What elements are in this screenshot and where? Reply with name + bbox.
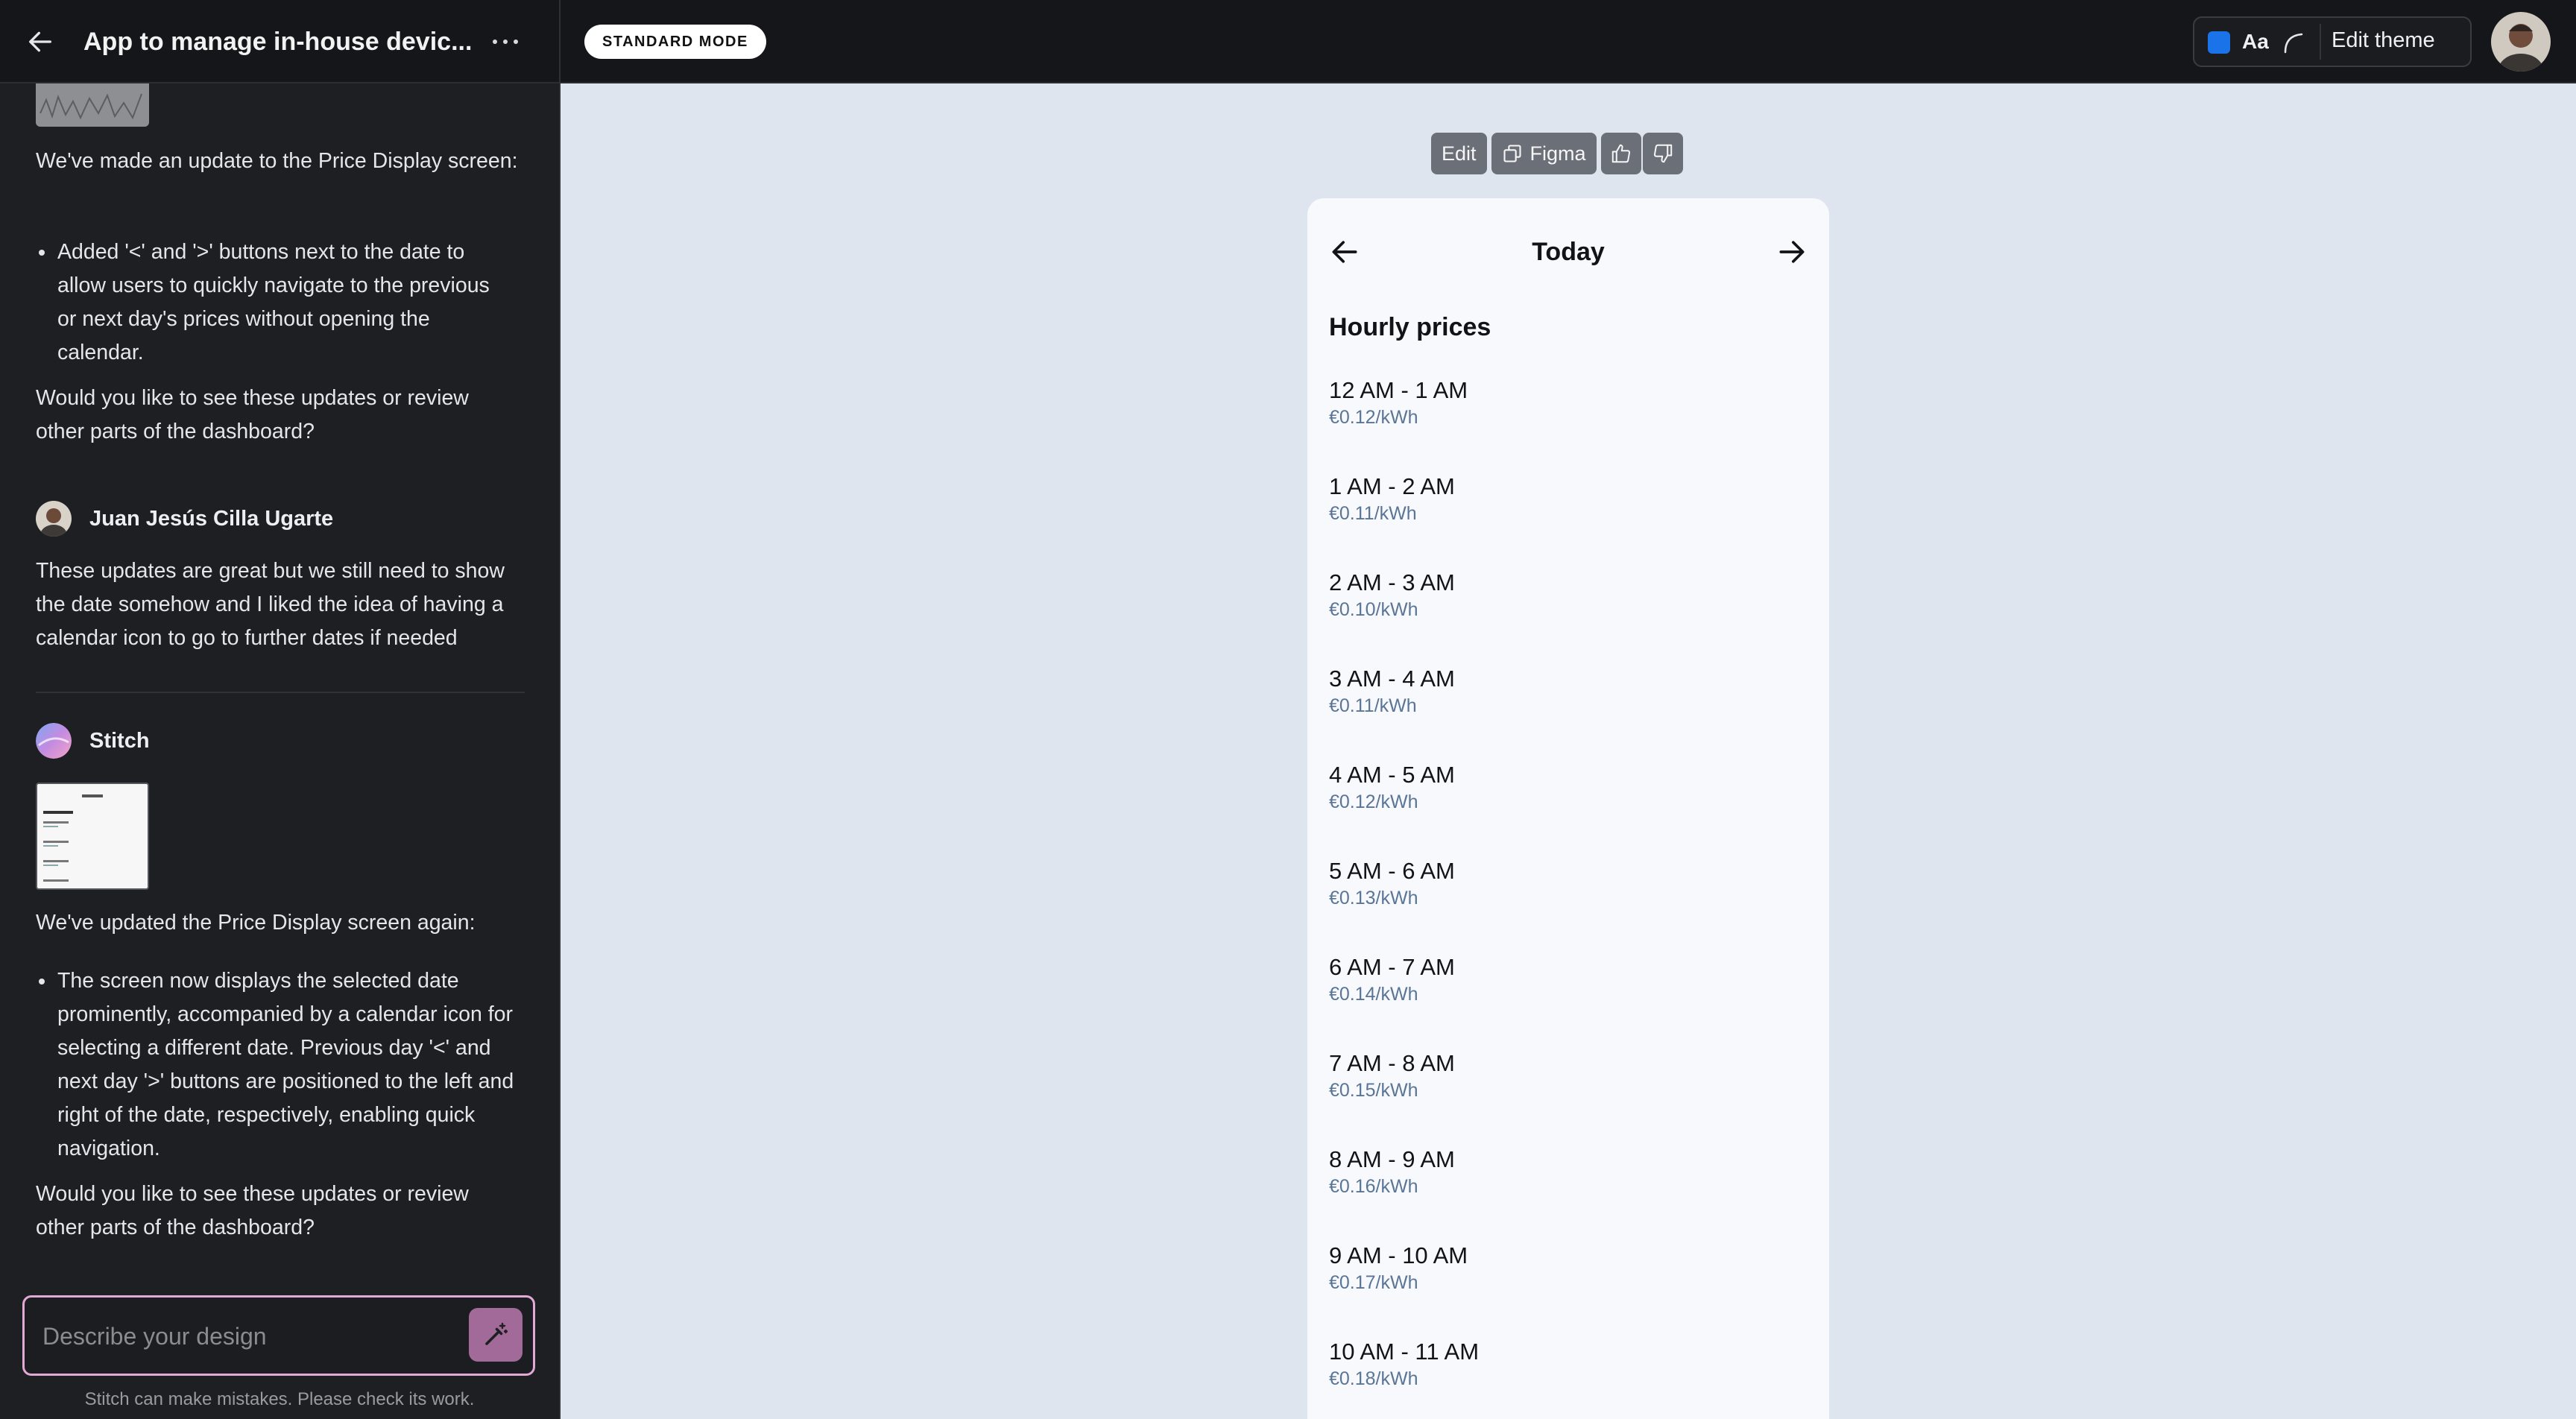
design-preview-thumbnail[interactable] [36,783,149,890]
slot-time: 2 AM - 3 AM [1329,569,1455,595]
author-name: Stitch [89,728,150,753]
slot-price: €0.12/kWh [1329,407,1418,428]
slot-price: €0.12/kWh [1329,791,1418,812]
slot-time: 3 AM - 4 AM [1329,666,1455,692]
more-options-button[interactable] [484,25,526,58]
divider [36,692,525,693]
price-slot[interactable]: 10 AM - 11 AM €0.18/kWh [1329,1337,1791,1391]
arrow-left-icon [29,31,52,52]
user-message-text: These updates are great but we still nee… [36,559,505,650]
author-name: Juan Jesús Cilla Ugarte [89,506,334,531]
message-text: We've made an update to the Price Displa… [36,149,518,173]
price-slot[interactable]: 5 AM - 6 AM €0.13/kWh [1329,856,1791,910]
theme-color-swatch[interactable] [2208,31,2230,54]
slot-price: €0.11/kWh [1329,695,1417,716]
preview-chart-graphic [40,93,142,120]
price-slot[interactable]: 6 AM - 7 AM €0.14/kWh [1329,952,1791,1006]
prompt-box [22,1295,535,1376]
price-slot[interactable]: 1 AM - 2 AM €0.11/kWh [1329,472,1791,525]
back-button[interactable] [22,25,58,58]
message-text: Would you like to see these updates or r… [36,1182,469,1239]
slot-time: 8 AM - 9 AM [1329,1146,1455,1172]
theme-font-indicator[interactable]: Aa [2242,30,2269,54]
price-slot[interactable]: 8 AM - 9 AM €0.16/kWh [1329,1145,1791,1198]
slot-price: €0.10/kWh [1329,599,1418,620]
edit-theme-button[interactable]: Edit theme [2332,28,2435,53]
slot-price: €0.16/kWh [1329,1176,1418,1197]
message-bullet: Added '<' and '>' buttons next to the da… [36,236,505,370]
next-day-arrow-icon[interactable] [1775,236,1808,268]
user-message-author: Juan Jesús Cilla Ugarte [36,501,333,537]
price-slot[interactable]: 7 AM - 8 AM €0.15/kWh [1329,1049,1791,1102]
thumbs-down-button[interactable] [1642,133,1683,174]
separator [2320,24,2321,60]
edit-label: Edit [1442,142,1477,165]
theme-controls[interactable]: Aa Edit theme [2193,16,2472,67]
slot-time: 1 AM - 2 AM [1329,473,1455,499]
account-avatar[interactable] [2491,12,2551,72]
slot-time: 10 AM - 11 AM [1329,1339,1480,1365]
user-avatar [36,501,72,537]
top-bar: STANDARD MODE Aa Edit theme [561,0,2576,83]
phone-preview[interactable]: Today Hourly prices 12 AM - 1 AM €0.12/kW… [1307,198,1829,1419]
slot-price: €0.13/kWh [1329,888,1418,908]
design-preview-thumbnail[interactable] [36,83,149,127]
hourly-prices-heading: Hourly prices [1329,313,1491,341]
magic-wand-icon [485,1322,508,1345]
mode-badge[interactable]: STANDARD MODE [584,25,766,59]
slot-time: 6 AM - 7 AM [1329,954,1455,980]
price-slot[interactable]: 3 AM - 4 AM €0.11/kWh [1329,664,1791,718]
thumbs-up-button[interactable] [1600,133,1641,174]
slot-price: €0.15/kWh [1329,1080,1418,1101]
price-slot[interactable]: 9 AM - 10 AM €0.17/kWh [1329,1241,1791,1295]
slot-price: €0.14/kWh [1329,984,1418,1005]
slot-price: €0.17/kWh [1329,1272,1418,1293]
copy-icon [1503,145,1521,162]
message-text: Would you like to see these updates or r… [36,386,469,443]
message-text: We've updated the Price Display screen a… [36,911,476,935]
slot-time: 12 AM - 1 AM [1329,377,1468,403]
figma-button[interactable]: Figma [1491,133,1597,174]
selected-date[interactable]: Today [1307,236,1829,268]
price-slot[interactable]: 12 AM - 1 AM €0.12/kWh [1329,376,1791,429]
slot-time: 5 AM - 6 AM [1329,858,1455,884]
disclaimer-text: Stitch can make mistakes. Please check i… [84,1389,475,1409]
screen-toolbar: Edit Figma [1431,133,1688,174]
describe-design-input[interactable] [42,1318,460,1354]
figma-label: Figma [1530,142,1586,165]
slot-time: 9 AM - 10 AM [1329,1242,1468,1268]
preview-screen-graphic [43,794,103,882]
slot-price: €0.11/kWh [1329,503,1417,524]
price-slot[interactable]: 4 AM - 5 AM €0.12/kWh [1329,760,1791,814]
thumbs-up-icon [1611,144,1630,163]
project-title: App to manage in-house devic... [83,28,471,56]
slot-time: 7 AM - 8 AM [1329,1050,1455,1076]
edit-button[interactable]: Edit [1431,133,1487,174]
more-icon [490,39,521,44]
sidebar-header: App to manage in-house devic... [0,0,559,83]
previous-day-arrow-icon[interactable] [1328,236,1361,268]
generate-button[interactable] [469,1308,523,1362]
bot-message-author: Stitch [36,723,150,759]
corner-radius-icon[interactable] [2281,30,2306,55]
stitch-avatar [36,723,72,759]
chat-sidebar: App to manage in-house devic... We've ma… [0,0,561,1419]
slot-price: €0.18/kWh [1329,1368,1418,1389]
price-slot[interactable]: 2 AM - 3 AM €0.10/kWh [1329,568,1791,622]
message-bullet: The screen now displays the selected dat… [36,964,520,1166]
slot-time: 4 AM - 5 AM [1329,762,1455,788]
thumbs-down-icon [1653,144,1672,163]
